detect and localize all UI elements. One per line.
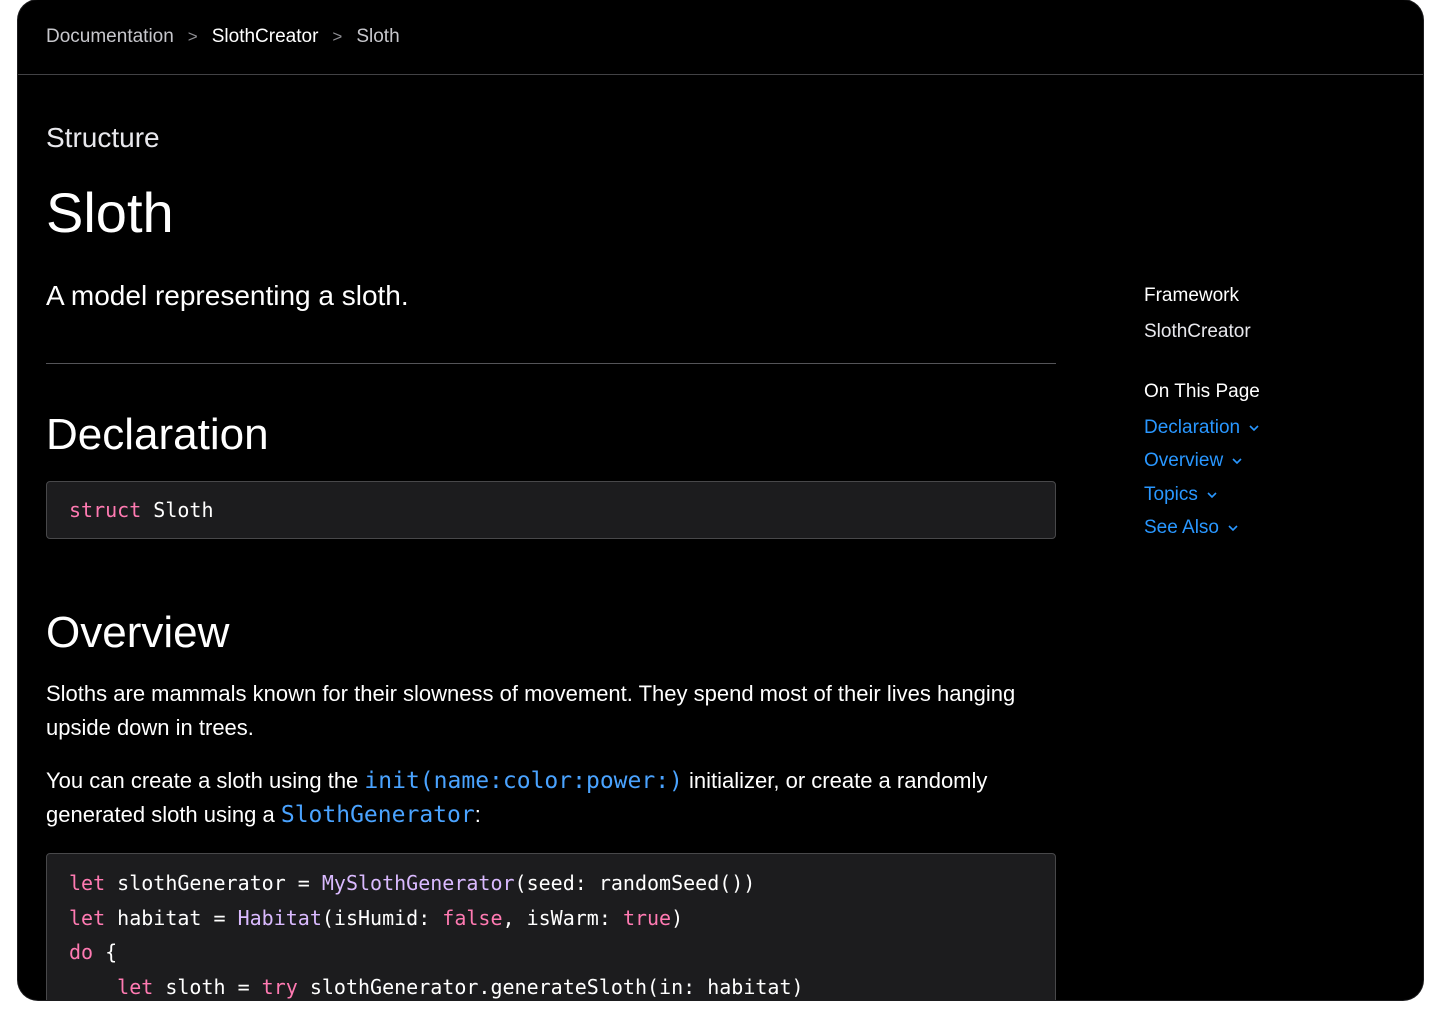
paragraph-text: : (474, 802, 481, 827)
symbol-kind: Structure (46, 122, 160, 153)
code-text: (seed: randomSeed()) (514, 871, 756, 895)
code-keyword: let (69, 871, 106, 895)
chevron-down-icon (1232, 458, 1242, 465)
breadcrumb-separator: > (332, 27, 343, 46)
chevron-down-icon (1228, 525, 1238, 532)
page-title: Sloth (46, 181, 174, 244)
code-keyword: false (442, 905, 503, 930)
nav-link-topics[interactable]: Topics (1144, 484, 1218, 506)
breadcrumb-separator: > (187, 27, 198, 46)
code-line: let sloth = try slothGenerator.generateS… (69, 970, 1033, 1001)
nav-link-declaration[interactable]: Declaration (1144, 417, 1260, 439)
paragraph-text: You can create a sloth using the (46, 768, 365, 793)
code-text: (isHumid: (321, 905, 443, 930)
code-keyword: do (69, 940, 94, 964)
sloth-generator-link[interactable]: SlothGenerator (281, 802, 475, 828)
overview-paragraph: You can create a sloth using the init(na… (46, 764, 1056, 832)
code-line: let slothGenerator = MySlothGenerator(se… (69, 866, 1033, 901)
code-type: Habitat (237, 905, 322, 930)
documentation-window: Documentation > SlothCreator > Sloth Str… (18, 0, 1423, 1000)
nav-link-label: Topics (1144, 484, 1198, 505)
code-keyword: let (69, 905, 106, 930)
code-line: let habitat = Habitat(isHumid: false, is… (69, 901, 1033, 936)
code-keyword: true (622, 905, 672, 930)
declaration-name: Sloth (153, 498, 214, 522)
overview-paragraph: Sloths are mammals known for their slown… (46, 681, 1016, 740)
code-type: MySlothGenerator (321, 871, 515, 895)
declaration-heading: Declaration (46, 410, 269, 459)
code-text: slothGenerator.generateSloth(in: habitat… (297, 974, 804, 999)
declaration-code: struct Sloth (46, 481, 1056, 539)
breadcrumb-documentation[interactable]: Documentation (46, 26, 174, 48)
code-text: ) (671, 905, 684, 930)
code-keyword: try (261, 974, 298, 999)
code-text: sloth = (153, 974, 262, 999)
init-link[interactable]: init(name:color:power:) (364, 768, 683, 794)
chevron-down-icon (1207, 492, 1217, 499)
declaration-keyword: struct (69, 498, 142, 522)
nav-link-label: Declaration (1144, 417, 1241, 438)
code-text: slothGenerator = (105, 871, 322, 895)
framework-value: SlothCreator (1144, 321, 1251, 342)
code-line: do { (69, 935, 1033, 970)
code-text: habitat = (105, 905, 238, 930)
on-this-page-label: On This Page (1144, 381, 1260, 402)
breadcrumb: Documentation > SlothCreator > Sloth (18, 0, 1423, 75)
overview-heading: Overview (46, 608, 230, 657)
code-keyword: let (117, 974, 154, 999)
abstract: A model representing a sloth. (46, 280, 409, 311)
code-listing: let slothGenerator = MySlothGenerator(se… (46, 853, 1056, 1000)
code-text: { (93, 940, 118, 964)
chevron-down-icon (1249, 425, 1259, 432)
framework-label: Framework (1144, 285, 1240, 306)
nav-link-see-also[interactable]: See Also (1144, 517, 1239, 539)
divider (46, 363, 1056, 364)
nav-link-label: Overview (1144, 450, 1224, 471)
breadcrumb-slothcreator[interactable]: SlothCreator (212, 26, 319, 48)
nav-link-overview[interactable]: Overview (1144, 450, 1243, 472)
breadcrumb-sloth: Sloth (356, 26, 400, 47)
code-text: , isWarm: (502, 905, 623, 930)
nav-link-label: See Also (1144, 517, 1219, 538)
